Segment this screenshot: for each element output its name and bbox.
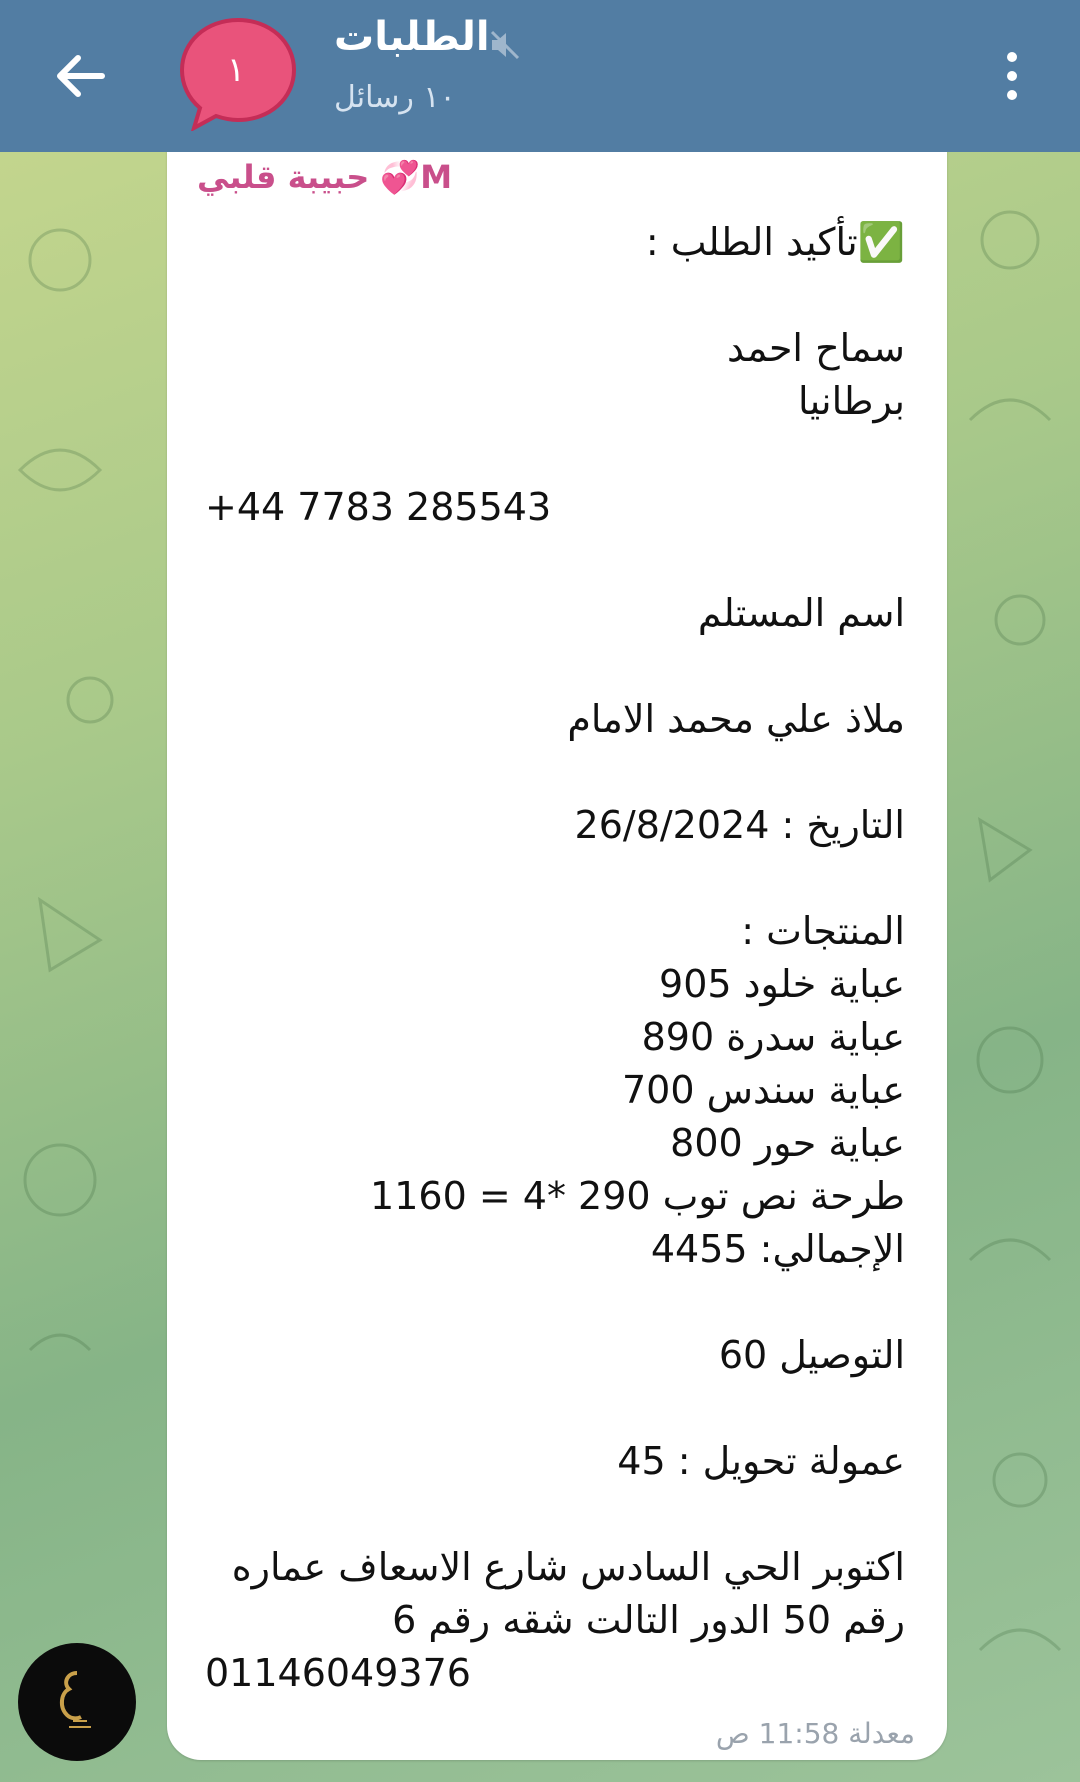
message-line: التوصيل 60: [718, 1333, 905, 1377]
message-line: طرحة نص توب 290 *4 = 1160: [370, 1174, 905, 1218]
message-line: [205, 428, 905, 481]
message-line: التاريخ : 26/8/2024: [574, 803, 905, 847]
message-text: ✅تأكيد الطلب : سماح احمد برطانيا +44 7783 2…: [205, 216, 905, 1700]
chat-header: ١ الطلبات ١٠ رسائل: [0, 0, 1080, 152]
chat-subtitle: ١٠ رسائل: [334, 80, 456, 115]
message-line: +44 7783 285543: [205, 485, 552, 529]
message-line: سماح احمد: [727, 326, 905, 370]
message-line: [205, 852, 905, 905]
message-line: [205, 1276, 905, 1329]
dot-icon: [1007, 71, 1017, 81]
arrow-left-icon: [57, 55, 105, 97]
message-line: [205, 1382, 905, 1435]
back-button[interactable]: [40, 36, 120, 116]
profile-logo[interactable]: [18, 1643, 136, 1761]
message-line: [205, 269, 905, 322]
dot-icon: [1007, 90, 1017, 100]
more-menu-button[interactable]: [990, 36, 1034, 116]
brand-logo-icon: [60, 1671, 91, 1728]
message-line: [205, 1488, 905, 1541]
message-line: عباية سندس 700: [622, 1068, 905, 1112]
message-line: عباية حور 800: [670, 1121, 905, 1165]
message-line: رقم 50 الدور التالت شقه رقم 6: [392, 1598, 905, 1642]
message-line: عمولة تحويل : 45: [617, 1439, 905, 1483]
message-line: [205, 534, 905, 587]
message-bubble[interactable]: حبيبة قلبي 💞M ✅تأكيد الطلب : سماح احمد برط…: [167, 128, 947, 1760]
avatar[interactable]: ١: [180, 16, 300, 131]
dot-icon: [1007, 52, 1017, 62]
message-line: عباية سدرة 890: [641, 1015, 905, 1059]
message-line: 01146049376: [205, 1651, 471, 1695]
message-meta: معدلة 11:58 ص: [715, 1717, 915, 1750]
muted-speaker-icon: [490, 30, 520, 60]
message-line: اكتوبر الحي السادس شارع الاسعاف عماره: [231, 1545, 905, 1589]
message-line: [205, 640, 905, 693]
message-line: عباية خلود 905: [659, 962, 905, 1006]
message-line: [205, 746, 905, 799]
message-line: اسم المستلم: [697, 591, 905, 635]
message-line: ملاذ علي محمد الامام: [567, 697, 905, 741]
message-line: الإجمالي: 4455: [650, 1227, 905, 1271]
sender-name[interactable]: حبيبة قلبي 💞M: [197, 158, 452, 196]
avatar-label: ١: [226, 50, 246, 90]
message-line: المنتجات :: [741, 909, 905, 953]
message-line: برطانيا: [798, 379, 905, 423]
chat-title: الطلبات: [334, 14, 490, 60]
message-line: ✅تأكيد الطلب :: [645, 220, 905, 264]
